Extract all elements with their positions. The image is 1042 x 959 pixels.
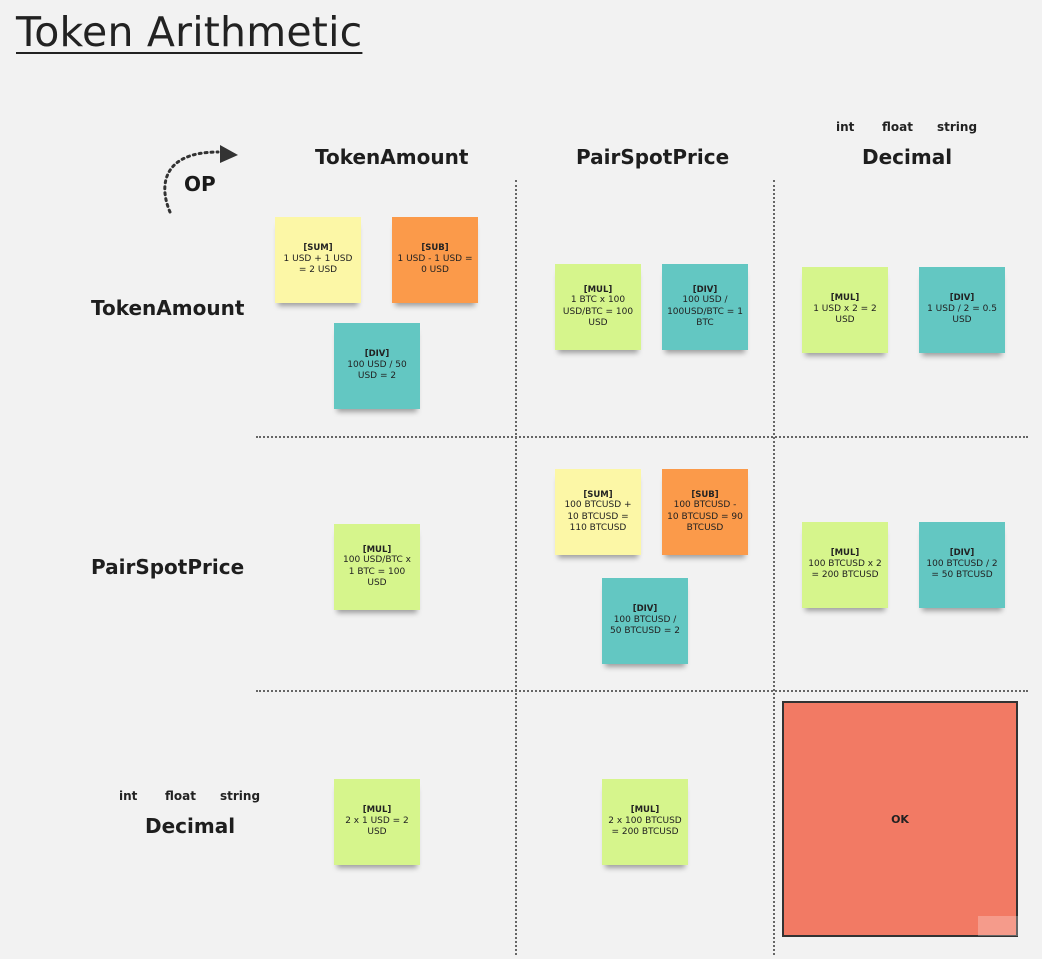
sticky-note-mul[interactable]: [MUL] 2 x 100 BTCUSD = 200 BTCUSD [602,779,688,865]
column-header-pair-spot-price: PairSpotPrice [576,145,730,169]
miro-watermark-logo [978,916,1018,936]
sticky-note-div[interactable]: [DIV] 100 BTCUSD / 50 BTCUSD = 2 [602,578,688,664]
sticky-note-sub[interactable]: [SUB] 1 USD - 1 USD = 0 USD [392,217,478,303]
sticky-note-mul[interactable]: [MUL] 2 x 1 USD = 2 USD [334,779,420,865]
column-type-float: float [882,120,913,134]
note-op: [DIV] [949,293,975,304]
row-type-float: float [165,789,196,803]
note-expression: 1 USD / 2 = 0.5 USD [927,304,997,326]
sticky-note-mul[interactable]: [MUL] 100 BTCUSD x 2 = 200 BTCUSD [802,522,888,608]
note-expression: 2 x 100 BTCUSD = 200 BTCUSD [608,816,682,838]
column-header-token-amount: TokenAmount [315,145,469,169]
ok-label: OK [891,812,909,826]
grid-divider-vertical [773,180,775,955]
sticky-note-sum[interactable]: [SUM] 1 USD + 1 USD = 2 USD [275,217,361,303]
note-op: [DIV] [364,349,390,360]
note-expression: 1 BTC x 100 USD/BTC = 100 USD [562,295,634,328]
note-expression: 100 USD / 100USD/BTC = 1 BTC [667,295,743,328]
note-op: [MUL] [630,805,660,816]
row-type-int: int [119,789,138,803]
column-type-int: int [836,120,855,134]
note-expression: 100 USD/BTC x 1 BTC = 100 USD [343,555,411,588]
note-op: [MUL] [830,548,860,559]
note-op: [DIV] [949,548,975,559]
sticky-note-mul[interactable]: [MUL] 1 BTC x 100 USD/BTC = 100 USD [555,264,641,350]
page-title: Token Arithmetic [16,8,363,56]
note-op: [SUB] [691,489,719,500]
note-op: [MUL] [362,544,392,555]
sticky-note-mul[interactable]: [MUL] 1 USD x 2 = 2 USD [802,267,888,353]
sticky-note-div[interactable]: [DIV] 1 USD / 2 = 0.5 USD [919,267,1005,353]
note-expression: 2 x 1 USD = 2 USD [345,816,409,838]
note-op: [MUL] [830,293,860,304]
sticky-note-sum[interactable]: [SUM] 100 BTCUSD + 10 BTCUSD = 110 BTCUS… [555,469,641,555]
grid-divider-horizontal [256,436,1028,438]
note-expression: 1 USD - 1 USD = 0 USD [397,254,473,276]
note-expression: 100 USD / 50 USD = 2 [347,360,407,382]
sticky-note-div[interactable]: [DIV] 100 USD / 50 USD = 2 [334,323,420,409]
note-expression: 1 USD x 2 = 2 USD [813,304,877,326]
sticky-note-div[interactable]: [DIV] 100 USD / 100USD/BTC = 1 BTC [662,264,748,350]
note-op: [SUM] [303,243,333,254]
note-expression: 100 BTCUSD - 10 BTCUSD = 90 BTCUSD [667,500,743,533]
note-op: [DIV] [632,604,658,615]
note-op: [SUM] [583,489,613,500]
note-expression: 100 BTCUSD x 2 = 200 BTCUSD [808,559,882,581]
sticky-note-mul[interactable]: [MUL] 100 USD/BTC x 1 BTC = 100 USD [334,524,420,610]
ok-box[interactable]: OK [782,701,1018,937]
row-type-string: string [220,789,261,803]
row-header-decimal: Decimal [145,814,236,838]
note-op: [MUL] [362,805,392,816]
grid-divider-vertical [515,180,517,955]
note-op: [MUL] [583,284,613,295]
column-type-string: string [937,120,978,134]
note-expression: 100 BTCUSD / 50 BTCUSD = 2 [610,615,680,637]
row-header-pair-spot-price: PairSpotPrice [91,555,245,579]
sticky-note-div[interactable]: [DIV] 100 BTCUSD / 2 = 50 BTCUSD [919,522,1005,608]
note-expression: 100 BTCUSD / 2 = 50 BTCUSD [926,559,998,581]
note-op: [DIV] [692,284,718,295]
note-op: [SUB] [421,243,449,254]
column-header-decimal: Decimal [862,145,953,169]
note-expression: 100 BTCUSD + 10 BTCUSD = 110 BTCUSD [564,500,632,533]
op-label: OP [184,172,216,196]
sticky-note-sub[interactable]: [SUB] 100 BTCUSD - 10 BTCUSD = 90 BTCUSD [662,469,748,555]
row-header-token-amount: TokenAmount [91,296,245,320]
grid-divider-horizontal [256,690,1028,692]
note-expression: 1 USD + 1 USD = 2 USD [283,254,353,276]
